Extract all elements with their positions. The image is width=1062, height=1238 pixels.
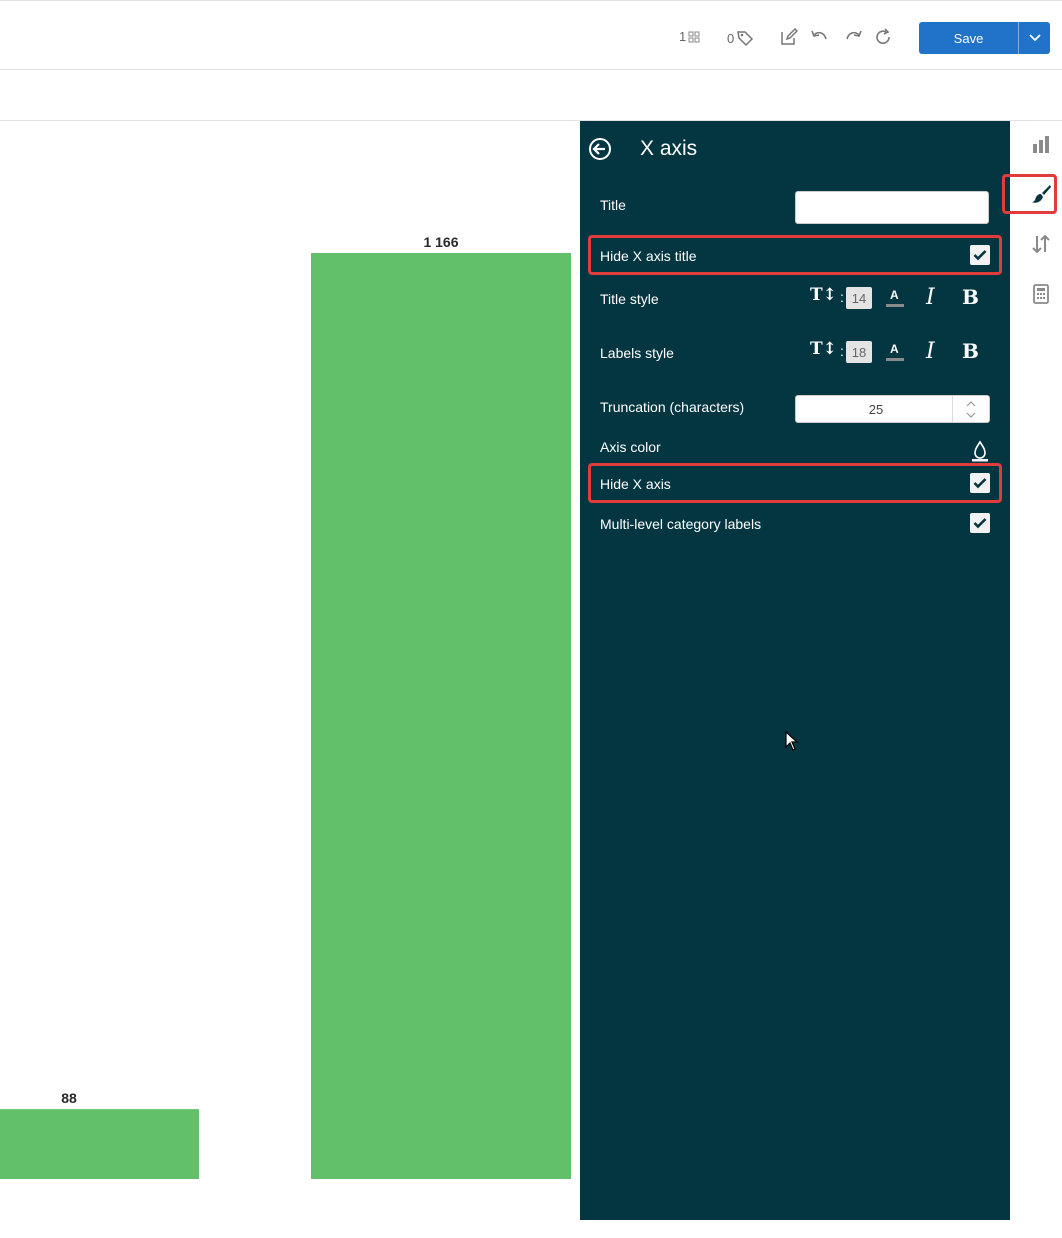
chevron-up-icon[interactable] xyxy=(966,401,976,407)
axis-title-input[interactable] xyxy=(795,191,989,224)
x-axis-settings-panel: X axis Title Hide X axis title Title sty… xyxy=(580,121,1010,1220)
format-tab-highlight xyxy=(1002,174,1057,214)
widgets-count-value: 1 xyxy=(679,29,687,44)
axis-color-label: Axis color xyxy=(600,439,661,455)
undo-icon[interactable] xyxy=(810,28,828,46)
mouse-cursor-icon xyxy=(785,731,799,751)
bar-chart: 88 1 166 xyxy=(0,234,571,1179)
font-size-icon[interactable]: T↕ xyxy=(810,339,837,359)
title-label: Title xyxy=(600,197,626,213)
font-color-glyph: A xyxy=(890,288,899,302)
sort-icon[interactable] xyxy=(1030,233,1052,255)
chart-bar[interactable] xyxy=(0,1109,199,1179)
tags-count-value: 0 xyxy=(727,30,735,46)
title-font-size-input[interactable]: 14 xyxy=(846,287,872,309)
panel-title: X axis xyxy=(640,137,698,160)
labels-style-label: Labels style xyxy=(600,345,674,361)
chart-bar[interactable] xyxy=(311,253,571,1179)
redo-icon[interactable] xyxy=(845,28,863,46)
truncation-value[interactable]: 25 xyxy=(796,396,956,422)
bold-button[interactable]: B xyxy=(962,285,979,309)
save-button[interactable]: Save xyxy=(919,22,1018,54)
stepper-arrows[interactable] xyxy=(952,396,989,422)
font-size-icon[interactable]: T↕ xyxy=(810,285,837,305)
checkmark-icon xyxy=(973,518,987,529)
hide-axis-label: Hide X axis xyxy=(600,476,671,492)
hide-axis-checkbox[interactable] xyxy=(970,473,990,493)
refresh-icon[interactable] xyxy=(874,28,892,46)
font-size-separator: : xyxy=(840,289,844,305)
tags-count[interactable]: 0 xyxy=(727,29,754,47)
calculator-icon[interactable] xyxy=(1030,283,1052,305)
edit-icon[interactable] xyxy=(780,28,798,46)
sub-toolbar xyxy=(0,70,1062,121)
truncation-stepper[interactable]: 25 xyxy=(795,395,990,423)
title-style-label: Title style xyxy=(600,291,659,307)
chart-data-label: 1 166 xyxy=(423,234,458,250)
chart-data-label: 88 xyxy=(61,1090,77,1106)
italic-button[interactable]: I xyxy=(926,285,935,310)
font-color-icon[interactable]: A xyxy=(886,342,904,362)
bold-button[interactable]: B xyxy=(962,339,979,363)
right-icon-strip xyxy=(1010,121,1062,1238)
hide-axis-title-label: Hide X axis title xyxy=(600,248,697,264)
checkmark-icon xyxy=(973,250,987,261)
multilevel-labels-label: Multi-level category labels xyxy=(600,516,762,532)
italic-button[interactable]: I xyxy=(926,339,935,364)
labels-font-size-input[interactable]: 18 xyxy=(846,341,872,363)
font-color-swatch xyxy=(886,358,904,361)
bar-chart-icon[interactable] xyxy=(1030,133,1052,155)
chevron-down-icon xyxy=(1028,34,1041,42)
tag-icon xyxy=(737,31,754,47)
color-drop-icon[interactable] xyxy=(970,440,990,462)
truncation-label: Truncation (characters) xyxy=(600,399,745,415)
save-button-group: Save xyxy=(919,22,1050,54)
save-options-button[interactable] xyxy=(1018,22,1050,54)
top-toolbar: 1 0 Save xyxy=(0,0,1062,70)
multilevel-labels-checkbox[interactable] xyxy=(970,513,990,533)
font-color-glyph: A xyxy=(890,342,899,356)
font-color-swatch xyxy=(886,304,904,307)
font-color-icon[interactable]: A xyxy=(886,288,904,308)
back-arrow-icon[interactable] xyxy=(588,137,612,161)
checkmark-icon xyxy=(973,478,987,489)
widgets-count[interactable]: 1 xyxy=(679,29,700,44)
chevron-down-icon[interactable] xyxy=(966,412,976,418)
hide-axis-title-checkbox[interactable] xyxy=(970,245,990,265)
font-size-separator: : xyxy=(840,343,844,359)
widgets-icon xyxy=(688,31,700,42)
